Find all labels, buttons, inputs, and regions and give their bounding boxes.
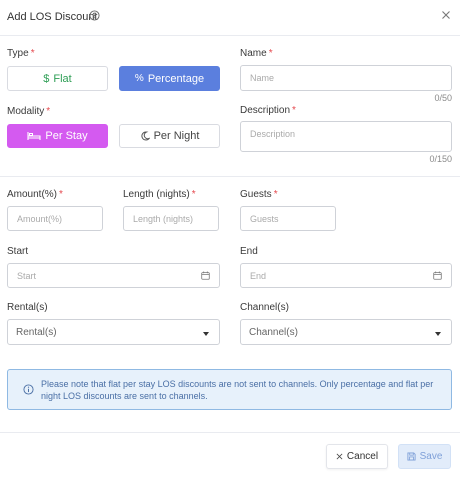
save-button[interactable]: Save bbox=[398, 444, 451, 469]
dollar-icon: $ bbox=[43, 72, 50, 85]
description-label: Description * bbox=[240, 105, 296, 116]
length-input[interactable]: Length (nights) bbox=[123, 206, 219, 231]
flat-button[interactable]: $ Flat bbox=[7, 66, 108, 91]
cancel-button[interactable]: Cancel bbox=[326, 444, 388, 469]
rentals-select[interactable]: Rental(s) bbox=[7, 319, 220, 345]
start-date-input[interactable]: Start bbox=[7, 263, 220, 288]
amount-input[interactable]: Amount(%) bbox=[7, 206, 103, 231]
per-stay-button[interactable]: Per Stay bbox=[7, 124, 108, 148]
per-night-button[interactable]: Per Night bbox=[119, 124, 220, 148]
name-label: Name * bbox=[240, 48, 273, 59]
amount-label: Amount(%) * bbox=[7, 189, 63, 200]
dialog-header: Add LOS Discount bbox=[0, 0, 460, 36]
guests-input[interactable]: Guests bbox=[240, 206, 336, 231]
type-label: Type * bbox=[7, 48, 35, 59]
section-divider bbox=[0, 176, 460, 177]
calendar-icon bbox=[433, 271, 442, 280]
info-notice: Please note that flat per stay LOS disco… bbox=[7, 369, 452, 410]
length-label: Length (nights) * bbox=[123, 189, 196, 200]
caret-down-icon bbox=[435, 332, 441, 336]
caret-down-icon bbox=[203, 332, 209, 336]
name-counter: 0/50 bbox=[434, 93, 452, 103]
percent-icon: % bbox=[134, 73, 144, 84]
notice-text: Please note that flat per stay LOS disco… bbox=[41, 379, 434, 401]
info-icon bbox=[23, 384, 34, 395]
modality-label: Modality * bbox=[7, 106, 51, 117]
end-date-input[interactable]: End bbox=[240, 263, 452, 288]
start-label: Start bbox=[7, 246, 29, 257]
bed-icon bbox=[27, 132, 41, 140]
help-icon[interactable] bbox=[89, 10, 100, 21]
calendar-icon bbox=[201, 271, 210, 280]
footer-divider bbox=[0, 432, 460, 433]
close-icon bbox=[336, 453, 343, 460]
close-icon[interactable] bbox=[441, 10, 451, 20]
percentage-button[interactable]: % Percentage bbox=[119, 66, 220, 91]
rentals-label: Rental(s) bbox=[7, 302, 48, 313]
description-input[interactable]: Description bbox=[240, 121, 452, 152]
channels-label: Channel(s) bbox=[240, 302, 289, 313]
description-counter: 0/150 bbox=[429, 154, 452, 164]
channels-select[interactable]: Channel(s) bbox=[240, 319, 452, 345]
end-label: End bbox=[240, 246, 258, 257]
moon-icon bbox=[141, 131, 150, 141]
name-input[interactable]: Name bbox=[240, 65, 452, 91]
guests-label: Guests * bbox=[240, 189, 278, 200]
save-icon bbox=[407, 452, 416, 461]
dialog-title: Add LOS Discount bbox=[7, 11, 98, 23]
